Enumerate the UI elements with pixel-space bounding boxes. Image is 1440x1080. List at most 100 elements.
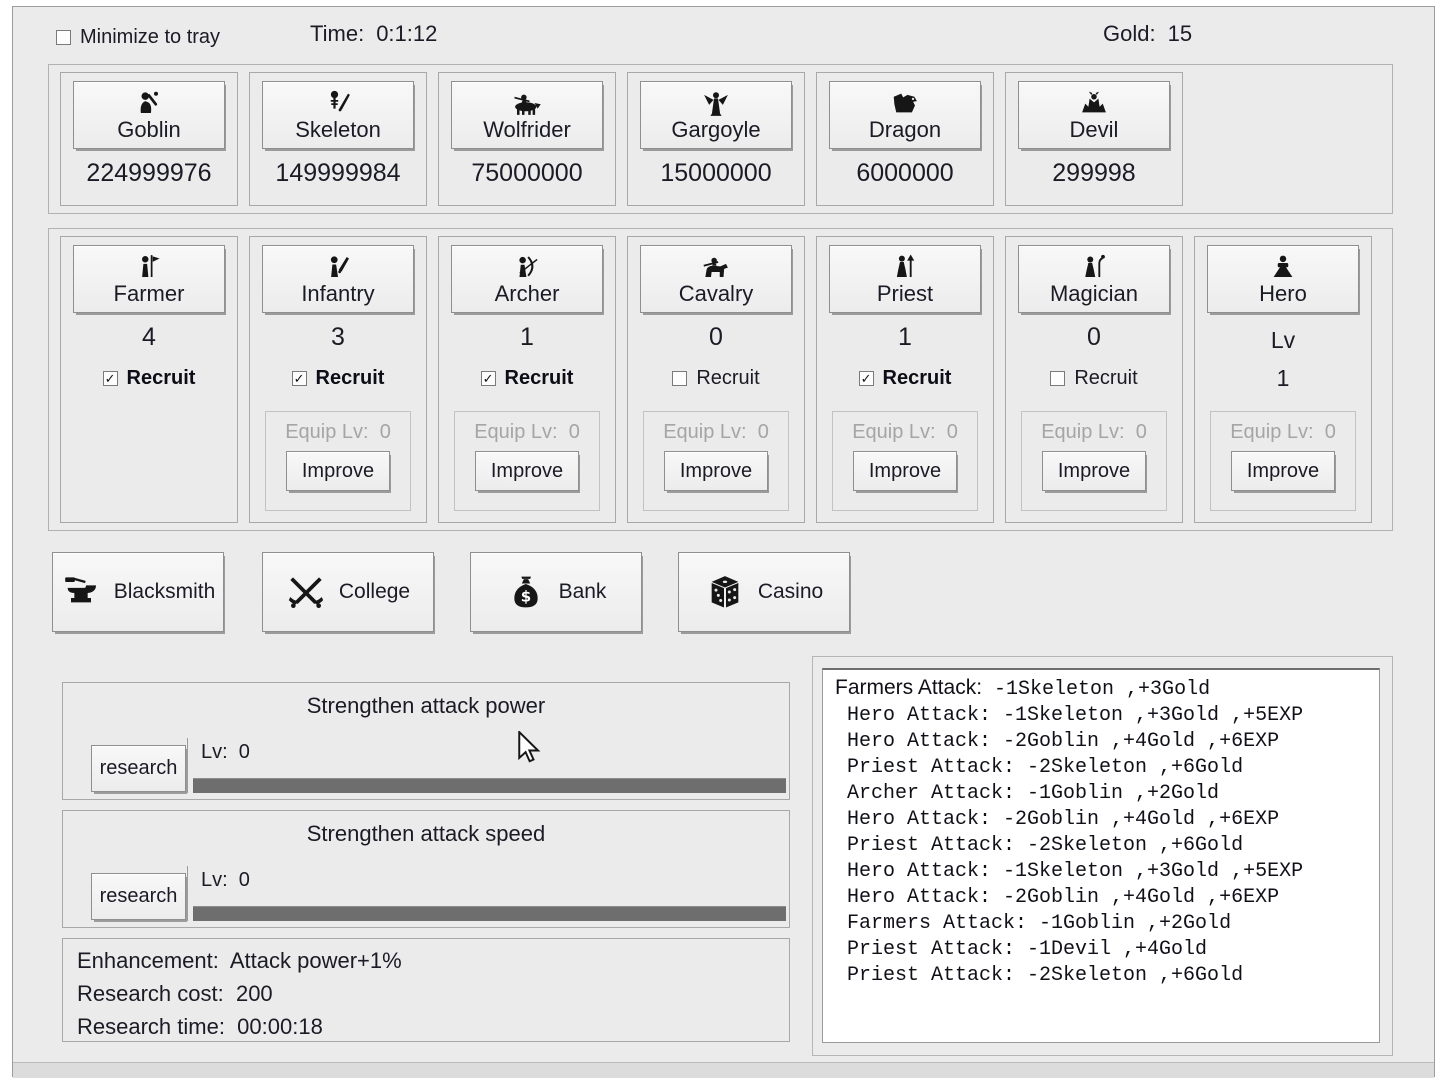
building-button-casino[interactable]: Casino (678, 552, 850, 632)
unit-count: 0 (709, 323, 723, 352)
research-progress-fill (193, 778, 786, 793)
enemy-name: Dragon (869, 118, 941, 142)
enemy-card-gargoyle: Gargoyle15000000 (627, 72, 805, 206)
log-line-text: Priest Attack: -2Skeleton ,+6Gold (835, 756, 1243, 779)
recruit-label: Recruit (883, 367, 952, 390)
improve-button-magician[interactable]: Improve (1042, 451, 1146, 491)
log-line-text: Hero Attack: -1Skeleton ,+3Gold ,+5EXP (835, 860, 1303, 883)
recruit-checkbox-farmer[interactable]: ✓ (103, 371, 118, 386)
unit-button-infantry[interactable]: Infantry (262, 245, 414, 313)
battle-log-line: Farmers Attack: -1Skeleton ,+3Gold (835, 675, 1379, 703)
enemy-button-devil[interactable]: Devil (1018, 81, 1170, 149)
unit-card-infantry: Infantry 3 ✓Recruit Equip Lv: 0 Improve (249, 236, 427, 523)
minimize-to-tray-checkbox[interactable] (56, 30, 71, 45)
building-button-bank[interactable]: $Bank (470, 552, 642, 632)
unit-name: Infantry (301, 282, 374, 306)
equip-level-label: Equip Lv: 0 (1022, 421, 1166, 444)
recruit-checkbox-priest[interactable]: ✓ (859, 371, 874, 386)
unit-card-farmer: Farmer4✓Recruit (60, 236, 238, 523)
enemy-count: 6000000 (856, 159, 953, 188)
recruit-checkbox-magician[interactable] (1050, 371, 1065, 386)
enemy-button-wolfrider[interactable]: Wolfrider (451, 81, 603, 149)
casino-icon (705, 572, 745, 612)
unit-button-cavalry[interactable]: Cavalry (640, 245, 792, 313)
unit-button-priest[interactable]: Priest (829, 245, 981, 313)
infantry-icon (323, 252, 353, 282)
unit-count: 4 (142, 323, 156, 352)
enemy-card-skeleton: Skeleton 149999984 (249, 72, 427, 206)
research-title: Strengthen attack power (63, 693, 789, 719)
log-line-text: Farmers Attack: -1Goblin ,+2Gold (835, 912, 1231, 935)
enemy-button-goblin[interactable]: Goblin (73, 81, 225, 149)
battle-log-list[interactable]: Farmers Attack: -1Skeleton ,+3Gold Hero … (822, 668, 1380, 1043)
unit-card-priest: Priest1✓RecruitEquip Lv: 0Improve (816, 236, 994, 523)
battle-log-line: Hero Attack: -2Goblin ,+4Gold ,+6EXP (835, 807, 1379, 833)
research-info-line: Enhancement: Attack power+1% (77, 944, 789, 977)
enemy-name: Wolfrider (483, 118, 571, 142)
unit-card-archer: Archer1✓RecruitEquip Lv: 0Improve (438, 236, 616, 523)
unit-button-farmer[interactable]: Farmer (73, 245, 225, 313)
wolfrider-icon (512, 88, 542, 118)
equip-level-label: Equip Lv: 0 (266, 421, 410, 444)
improve-button-hero[interactable]: Improve (1231, 451, 1335, 491)
battle-log-line: Hero Attack: -1Skeleton ,+3Gold ,+5EXP (835, 703, 1379, 729)
check-icon: ✓ (483, 371, 494, 387)
enemy-button-skeleton[interactable]: Skeleton (262, 81, 414, 149)
building-button-blacksmith[interactable]: Blacksmith (52, 552, 224, 632)
recruit-row-priest: ✓ Recruit (859, 367, 952, 390)
battle-log-line: Priest Attack: -2Skeleton ,+6Gold (835, 963, 1379, 989)
building-label: Bank (559, 580, 607, 604)
battle-log-line: Hero Attack: -2Goblin ,+4Gold ,+6EXP (835, 885, 1379, 911)
battle-log-panel: Farmers Attack: -1Skeleton ,+3Gold Hero … (812, 656, 1393, 1056)
log-line-text: Priest Attack: -1Devil ,+4Gold (835, 938, 1207, 961)
enemy-count: 75000000 (471, 159, 582, 188)
archer-icon (512, 252, 542, 282)
unit-button-archer[interactable]: Archer (451, 245, 603, 313)
building-label: Casino (758, 580, 823, 604)
log-line-text: Priest Attack: -2Skeleton ,+6Gold (835, 834, 1243, 857)
log-line-text: Archer Attack: -1Goblin ,+2Gold (835, 782, 1219, 805)
improve-button-priest[interactable]: Improve (853, 451, 957, 491)
research-progress-bar (193, 778, 786, 793)
enemy-count: 149999984 (275, 159, 400, 188)
recruit-row-magician: Recruit (1050, 367, 1137, 390)
research-info-line: Research cost: 200 (77, 977, 789, 1010)
improve-button-cavalry[interactable]: Improve (664, 451, 768, 491)
battle-log-line: Hero Attack: -1Skeleton ,+3Gold ,+5EXP (835, 859, 1379, 885)
research-level-label: Lv: 0 (201, 869, 250, 892)
research-progress-bar (193, 906, 786, 921)
recruit-checkbox-cavalry[interactable] (672, 371, 687, 386)
hero-level: Lv1 (1271, 321, 1295, 397)
enemy-card-devil: Devil299998 (1005, 72, 1183, 206)
enemy-name: Goblin (117, 118, 181, 142)
time-value: 0:1:12 (376, 21, 437, 47)
improve-button-infantry[interactable]: Improve (286, 451, 390, 491)
enemy-count: 224999976 (86, 159, 211, 188)
time-display: Time:0:1:12 (310, 21, 437, 47)
check-icon: ✓ (105, 371, 116, 387)
enemy-card-goblin: Goblin 224999976 (60, 72, 238, 206)
goblin-icon (134, 88, 164, 118)
unit-button-hero[interactable]: Hero (1207, 245, 1359, 313)
enemy-button-dragon[interactable]: Dragon (829, 81, 981, 149)
enemy-name: Skeleton (295, 118, 381, 142)
dragon-icon (890, 88, 920, 118)
unit-name: Cavalry (679, 282, 754, 306)
improve-button-archer[interactable]: Improve (475, 451, 579, 491)
recruit-checkbox-archer[interactable]: ✓ (481, 371, 496, 386)
unit-name: Priest (877, 282, 933, 306)
research-button-strengthen-attack-speed[interactable]: research (91, 873, 186, 920)
priest-icon (890, 252, 920, 282)
unit-count: 3 (331, 323, 345, 352)
gold-display: Gold:15 (1103, 21, 1192, 47)
recruit-checkbox-infantry[interactable]: ✓ (292, 371, 307, 386)
unit-name: Hero (1259, 282, 1307, 306)
recruit-row-infantry: ✓Recruit (292, 367, 385, 390)
unit-button-magician[interactable]: Magician (1018, 245, 1170, 313)
log-line-text: Hero Attack: -2Goblin ,+4Gold ,+6EXP (835, 808, 1279, 831)
devil-icon (1079, 88, 1109, 118)
battle-log-line: Priest Attack: -1Devil ,+4Gold (835, 937, 1379, 963)
research-button-strengthen-attack-power[interactable]: research (91, 745, 186, 792)
building-button-college[interactable]: College (262, 552, 434, 632)
enemy-button-gargoyle[interactable]: Gargoyle (640, 81, 792, 149)
